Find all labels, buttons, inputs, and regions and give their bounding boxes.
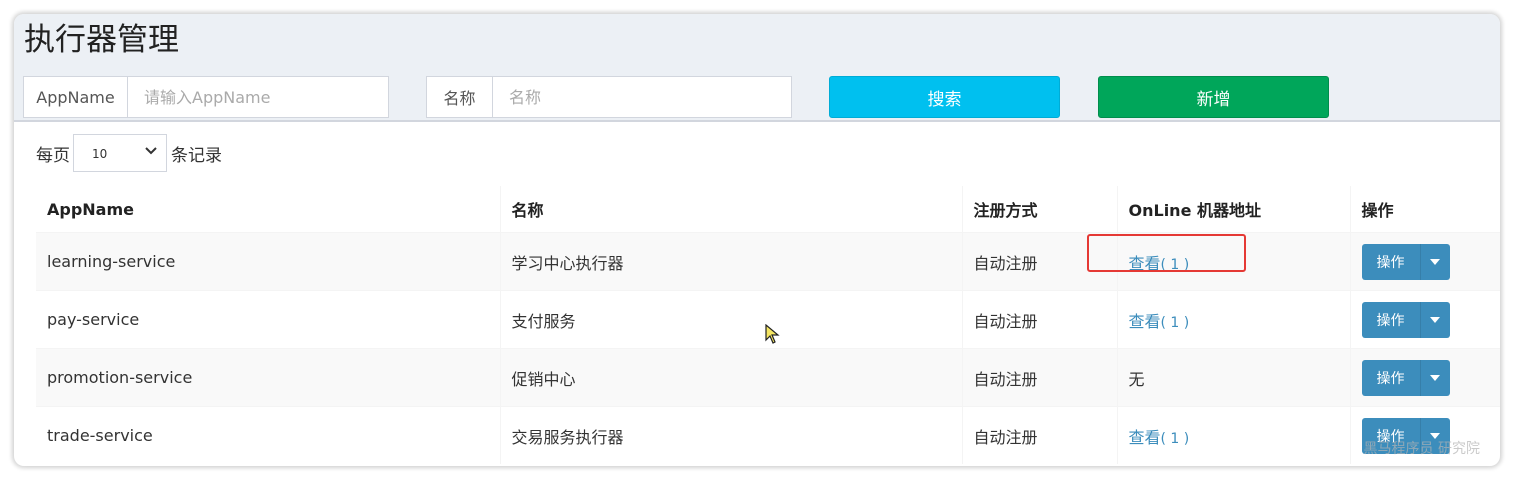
chevron-down-icon	[144, 143, 158, 161]
name-filter: 名称	[426, 76, 792, 118]
cell-online: 无	[1116, 348, 1350, 407]
cell-name: 促销中心	[499, 348, 962, 407]
cell-name: 支付服务	[499, 290, 962, 349]
page-length-suffix: 条记录	[171, 145, 222, 166]
highlight-box	[1087, 234, 1246, 272]
cell-operation: 操作	[1349, 348, 1500, 407]
cell-name: 交易服务执行器	[499, 406, 962, 464]
operation-button[interactable]: 操作	[1362, 301, 1421, 338]
operation-button[interactable]: 操作	[1362, 359, 1421, 396]
operation-button-group: 操作	[1361, 301, 1450, 338]
page-length-control: 每页 10 条记录	[36, 134, 222, 172]
cell-appname: trade-service	[36, 406, 500, 464]
col-header-online-address[interactable]: OnLine 机器地址	[1116, 186, 1350, 233]
page-title: 执行器管理	[24, 22, 179, 58]
view-online-link[interactable]: 查看( 1 )	[1129, 428, 1190, 447]
online-none-text: 无	[1128, 369, 1145, 389]
operation-button-group: 操作	[1361, 359, 1450, 396]
caret-down-icon[interactable]	[1421, 360, 1450, 396]
online-count: ( 1 )	[1160, 314, 1190, 331]
col-header-registration[interactable]: 注册方式	[961, 186, 1117, 233]
cell-appname: pay-service	[36, 290, 500, 349]
cell-registration: 自动注册	[961, 348, 1117, 407]
view-online-label: 查看	[1128, 427, 1161, 447]
search-button[interactable]: 搜索	[829, 76, 1060, 118]
view-online-label: 查看	[1128, 311, 1161, 331]
view-online-link[interactable]: 查看( 1 )	[1129, 312, 1190, 331]
online-count: ( 1 )	[1160, 430, 1190, 447]
table-row: learning-service 学习中心执行器 自动注册 查看( 1 ) 操作	[36, 232, 1500, 291]
cell-appname: promotion-service	[36, 348, 500, 407]
caret-down-icon[interactable]	[1421, 302, 1450, 338]
appname-filter-label: AppName	[24, 77, 128, 117]
name-filter-label: 名称	[427, 77, 493, 117]
mouse-cursor-icon	[765, 323, 781, 344]
operation-button-group: 操作	[1361, 243, 1450, 280]
col-header-name[interactable]: 名称	[499, 186, 962, 233]
cell-online: 查看( 1 )	[1116, 290, 1350, 349]
cell-appname: learning-service	[36, 232, 500, 291]
col-header-appname[interactable]: AppName	[36, 186, 500, 233]
page-length-prefix: 每页	[36, 145, 70, 166]
appname-filter: AppName	[23, 76, 389, 118]
cell-online: 查看( 1 )	[1116, 406, 1350, 464]
cell-registration: 自动注册	[961, 290, 1117, 349]
page-length-select[interactable]: 10	[73, 134, 167, 172]
col-header-operation[interactable]: 操作	[1349, 186, 1500, 233]
page-length-value: 10	[92, 147, 108, 161]
cell-operation: 操作	[1349, 290, 1500, 349]
watermark: 黑马程序员 研究院	[1363, 441, 1480, 457]
table-row: promotion-service 促销中心 自动注册 无 操作	[36, 348, 1500, 407]
cell-name: 学习中心执行器	[499, 232, 962, 291]
table-header-row: AppName 名称 注册方式 OnLine 机器地址 操作	[36, 186, 1500, 233]
table-row: trade-service 交易服务执行器 自动注册 查看( 1 ) 操作	[36, 406, 1500, 464]
filter-bar: 执行器管理 AppName 名称 搜索 新增	[14, 14, 1500, 122]
cell-registration: 自动注册	[961, 406, 1117, 464]
appname-input[interactable]	[128, 77, 388, 117]
operation-button[interactable]: 操作	[1362, 243, 1421, 280]
executor-panel: 执行器管理 AppName 名称 搜索 新增 每页 10 条记录 AppName	[14, 14, 1500, 466]
add-button[interactable]: 新增	[1098, 76, 1329, 118]
name-input[interactable]	[493, 77, 791, 117]
caret-down-icon[interactable]	[1421, 244, 1450, 280]
cell-operation: 操作	[1349, 232, 1500, 291]
